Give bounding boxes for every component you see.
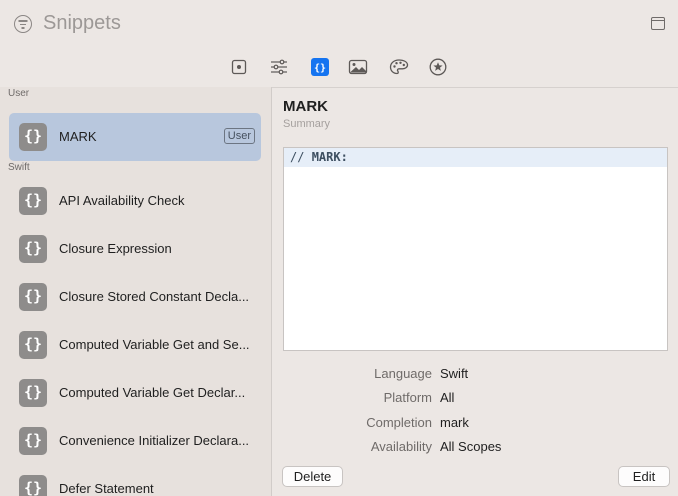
code-mark-keyword: MARK: — [311, 150, 348, 164]
snippet-detail: MARK Summary // MARK: Language Swift Pla… — [272, 87, 678, 496]
code-braces-icon: {} — [19, 331, 47, 359]
code-comment: // — [290, 150, 312, 164]
code-braces-icon: {} — [19, 427, 47, 455]
language-label: Language — [374, 366, 432, 381]
list-item[interactable]: {} MARK User — [9, 113, 261, 161]
code-editor[interactable]: // MARK: — [283, 147, 668, 351]
palette-icon[interactable] — [389, 58, 409, 76]
list-item[interactable]: {} Defer Statement — [9, 465, 261, 496]
edit-button[interactable]: Edit — [618, 466, 670, 487]
list-item[interactable]: {} Closure Expression — [9, 225, 261, 273]
code-braces-icon: {} — [19, 187, 47, 215]
list-item[interactable]: {} Computed Variable Get and Se... — [9, 321, 261, 369]
list-item[interactable]: {} Computed Variable Get Declar... — [9, 369, 261, 417]
code-braces-icon: {} — [19, 283, 47, 311]
code-braces-icon: {} — [19, 235, 47, 263]
library-toolbar: {} — [0, 48, 678, 88]
snippet-title: Closure Stored Constant Decla... — [59, 289, 250, 304]
code-braces-icon[interactable]: {} — [311, 58, 329, 76]
star-circle-icon[interactable] — [429, 58, 447, 76]
file-icon[interactable] — [230, 58, 248, 76]
snippet-title: API Availability Check — [59, 193, 185, 208]
snippet-title: Convenience Initializer Declara... — [59, 433, 250, 448]
list-item[interactable]: {} API Availability Check — [9, 177, 261, 225]
code-braces-icon: {} — [19, 475, 47, 496]
filter-icon[interactable] — [14, 15, 32, 33]
user-badge: User — [223, 128, 255, 144]
svg-text:{}: {} — [314, 63, 326, 74]
completion-value: mark — [440, 415, 469, 430]
snippet-detail-title: MARK — [283, 98, 328, 115]
sliders-icon[interactable] — [270, 58, 288, 76]
code-braces-icon: {} — [19, 123, 47, 151]
sidebar-toggle-icon[interactable] — [651, 17, 665, 30]
code-line: // MARK: — [290, 150, 348, 164]
snippet-list: User {} MARK User Swift {} API Availabil… — [0, 87, 272, 496]
list-item[interactable]: {} Convenience Initializer Declara... — [9, 417, 261, 465]
snippet-title: Defer Statement — [59, 481, 154, 496]
snippet-summary: Summary — [283, 118, 331, 130]
availability-value: All Scopes — [440, 439, 502, 454]
language-value: Swift — [440, 366, 469, 381]
snippet-title: Computed Variable Get and Se... — [59, 337, 250, 352]
snippet-title: Computed Variable Get Declar... — [59, 385, 246, 400]
availability-label: Availability — [370, 439, 432, 454]
completion-label: Completion — [366, 415, 432, 430]
list-item[interactable]: {} Closure Stored Constant Decla... — [9, 273, 261, 321]
window-title: Snippets — [43, 12, 121, 34]
code-braces-icon: {} — [19, 379, 47, 407]
platform-label: Platform — [383, 390, 432, 405]
platform-value: All — [440, 390, 455, 405]
delete-button[interactable]: Delete — [282, 466, 343, 487]
section-header-swift: Swift — [8, 162, 30, 173]
section-header-user: User — [8, 88, 30, 99]
title-bar: Snippets — [0, 0, 678, 48]
snippet-title: Closure Expression — [59, 241, 172, 256]
image-icon[interactable] — [348, 58, 368, 76]
snippet-title: MARK — [59, 129, 97, 144]
